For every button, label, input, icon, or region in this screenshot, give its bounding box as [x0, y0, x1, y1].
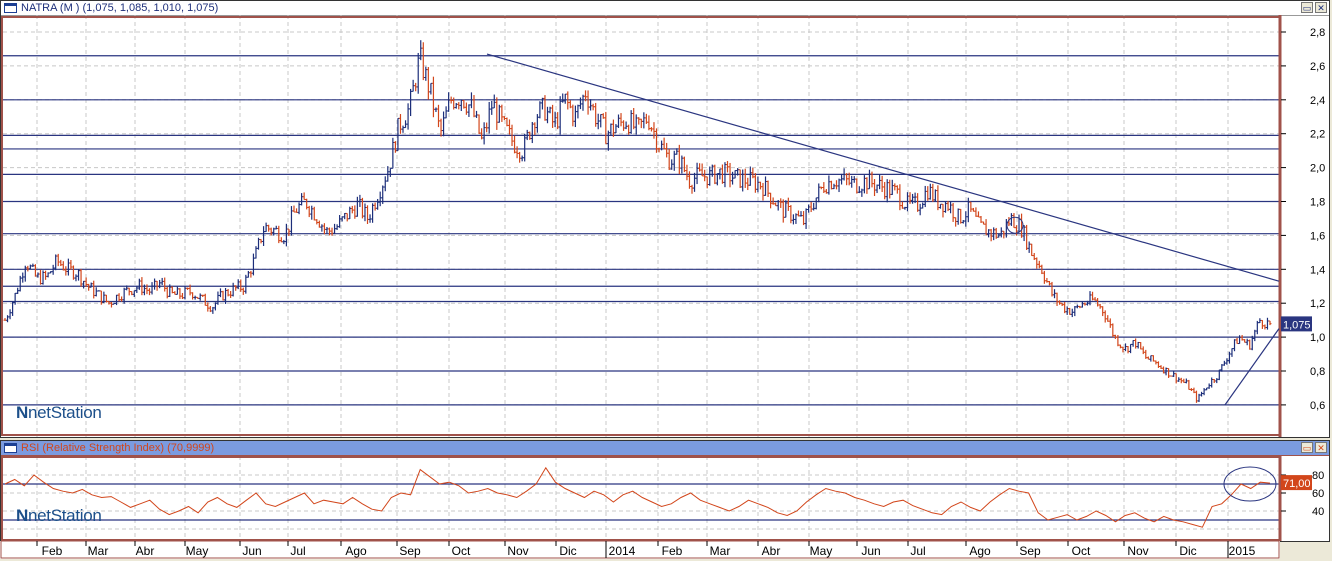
month-label: Jul: [910, 544, 925, 558]
plot-frame: [1, 456, 1281, 541]
month-label: Mar: [88, 544, 109, 558]
rsi-panel-header: RSI (Relative Strength Index) (70,9999) …: [1, 441, 1329, 456]
y-tick-label: 80: [1312, 470, 1324, 482]
month-label: Feb: [662, 544, 683, 558]
main-panel-header: NATRA (M ) (1,075, 1,085, 1,010, 1,075) …: [1, 1, 1329, 16]
rsi-chart: 80 60 40 71,00: [1, 456, 1324, 541]
window-icon: [4, 443, 17, 453]
maximize-button[interactable]: ▭: [1301, 2, 1313, 13]
month-label: May: [186, 544, 209, 558]
window-icon: [4, 3, 17, 13]
y-tick-label: 1,2: [1310, 298, 1325, 310]
last-rsi-label: 71,00: [1283, 478, 1311, 490]
y-tick-label: 1,0: [1310, 332, 1325, 344]
close-button[interactable]: ✕: [1315, 442, 1327, 453]
month-label: Nov: [507, 544, 528, 558]
y-tick-label: 40: [1312, 506, 1324, 518]
y-tick-label: 0,6: [1310, 400, 1325, 412]
y-tick-label: 2,0: [1310, 163, 1325, 175]
y-tick-label: 2,8: [1310, 27, 1325, 39]
month-label: Oct: [452, 544, 471, 558]
price-chart: 2,8 2,6 2,4 2,2 2,0 1,8 1,6 1,4 1,2 1,0 0,8 0,6 1,07…: [1, 15, 1325, 437]
y-tick-label: 1,8: [1310, 197, 1325, 209]
month-label: Dic: [559, 544, 576, 558]
y-tick-label: 1,4: [1310, 264, 1325, 276]
month-label: Feb: [42, 544, 63, 558]
month-label: Sep: [399, 544, 421, 558]
month-label: Nov: [1127, 544, 1148, 558]
date-axis: Feb Mar Abr May Jun Jul Ago Sep Oct Nov Dic 2014 Feb…: [0, 541, 1280, 559]
month-label: 2014: [609, 544, 636, 558]
month-label: Abr: [762, 544, 781, 558]
rsi-panel-title: RSI (Relative Strength Index) (70,9999): [21, 442, 215, 454]
close-button[interactable]: ✕: [1315, 2, 1327, 13]
month-label: Abr: [136, 544, 155, 558]
month-label: Jun: [242, 544, 261, 558]
maximize-button[interactable]: ▭: [1301, 442, 1313, 453]
y-tick-label: 0,8: [1310, 366, 1325, 378]
last-price-label: 1,075: [1283, 319, 1311, 331]
month-label: May: [810, 544, 833, 558]
netstation-logo: NnetStation: [16, 506, 102, 525]
month-label: Sep: [1019, 544, 1041, 558]
rsi-line: [4, 466, 1271, 528]
y-tick-label: 2,6: [1310, 61, 1325, 73]
main-panel-title: NATRA (M ) (1,075, 1,085, 1,010, 1,075): [21, 2, 219, 14]
month-label: 2015: [1229, 544, 1256, 558]
y-tick-label: 2,4: [1310, 95, 1325, 107]
month-label: Oct: [1072, 544, 1091, 558]
month-label: Jul: [290, 544, 305, 558]
month-label: Dic: [1179, 544, 1196, 558]
month-label: Mar: [710, 544, 731, 558]
month-label: Ago: [969, 544, 991, 558]
month-label: Jun: [861, 544, 880, 558]
y-tick-label: 1,6: [1310, 230, 1325, 242]
y-tick-label: 2,2: [1310, 129, 1325, 141]
netstation-logo: NnetStation: [16, 403, 102, 422]
month-label: Ago: [345, 544, 367, 558]
y-tick-label: 60: [1312, 488, 1324, 500]
